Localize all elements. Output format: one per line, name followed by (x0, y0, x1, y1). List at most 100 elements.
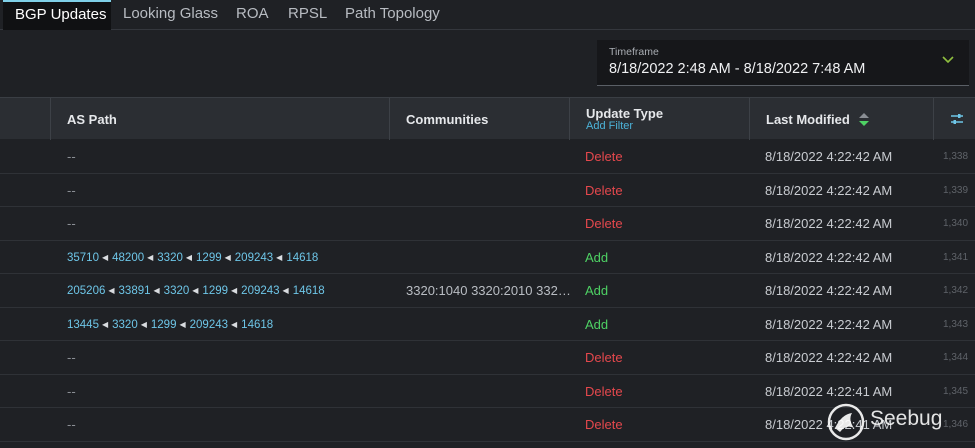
communities-cell (406, 341, 578, 374)
tab-looking-glass[interactable]: Looking Glass (123, 0, 218, 30)
as-number-link[interactable]: 209243 (241, 285, 279, 297)
as-number-link[interactable]: 3320 (112, 319, 138, 331)
path-arrow-icon: ◀ (140, 319, 147, 329)
path-arrow-icon: ◀ (192, 286, 199, 295)
as-path-cell: 35710 ◀ 48200 ◀ 3320 ◀ 1299 ◀ 209243 ◀ 14618 (67, 241, 318, 274)
update-type-cell: Add (585, 316, 609, 332)
as-number-link[interactable]: 14618 (241, 319, 273, 331)
table-row[interactable]: -- Delete 8/18/2022 4:22:42 AM 1,339 (0, 174, 975, 207)
path-arrow-icon: ◀ (231, 286, 238, 295)
path-arrow-icon: ◀ (153, 286, 160, 295)
table-row[interactable]: 205206 ◀ 33891 ◀ 3320 ◀ 1299 ◀ 209243 ◀ 14618 3320:… (0, 274, 975, 308)
as-number-link[interactable]: 3320 (157, 252, 183, 264)
as-number-link[interactable]: 1299 (151, 319, 177, 331)
as-number-link[interactable]: 35710 (67, 252, 99, 264)
tab-roa[interactable]: ROA (236, 0, 269, 30)
path-arrow-icon: ◀ (231, 319, 238, 329)
communities-cell (406, 207, 578, 240)
column-settings[interactable] (933, 98, 975, 140)
column-update-type[interactable]: Update Type Add Filter (569, 98, 749, 140)
as-number-link[interactable]: 14618 (286, 252, 318, 264)
path-arrow-icon: ◀ (179, 319, 186, 329)
as-path-empty: -- (67, 216, 76, 231)
as-number-link[interactable]: 14618 (293, 285, 325, 297)
column-as-path[interactable]: AS Path (50, 98, 389, 140)
as-path-cell: 205206 ◀ 33891 ◀ 3320 ◀ 1299 ◀ 209243 ◀ 14618 (67, 274, 325, 307)
last-modified-cell: 8/18/2022 4:22:42 AM (765, 149, 893, 164)
timeframe-select[interactable]: Timeframe 8/18/2022 2:48 AM - 8/18/2022 … (597, 40, 969, 86)
update-type-cell: Delete (585, 216, 623, 231)
table-row[interactable]: 35710 ◀ 48200 ◀ 3320 ◀ 1299 ◀ 209243 ◀ 14618 Add 8/1… (0, 241, 975, 274)
as-number-link[interactable]: 209243 (190, 319, 228, 331)
seebug-watermark: Seebug (826, 402, 966, 442)
tab-bgp-updates[interactable]: BGP Updates (3, 0, 111, 30)
path-arrow-icon: ◀ (101, 252, 109, 262)
update-type-cell: Delete (585, 383, 623, 399)
column-communities-label: Communities (406, 112, 489, 127)
row-index-cell: 1,339 (943, 184, 969, 196)
tab-path-topology[interactable]: Path Topology (345, 0, 440, 30)
last-modified-cell: 8/18/2022 4:22:42 AM (765, 283, 893, 298)
as-number-link[interactable]: 13445 (67, 319, 99, 331)
update-type-cell: Delete (585, 417, 623, 432)
communities-cell (406, 408, 578, 441)
table-row[interactable]: -- Delete 8/18/2022 4:22:42 AM 1,340 (0, 207, 975, 241)
update-type-cell: Add (585, 249, 609, 265)
communities-cell (406, 174, 578, 207)
last-modified-cell: 8/18/2022 4:22:42 AM (765, 216, 893, 231)
last-modified-cell: 8/18/2022 4:22:42 AM (765, 316, 893, 332)
as-number-link[interactable]: 33891 (119, 285, 151, 297)
communities-cell (406, 140, 578, 173)
column-update-type-label: Update Type (586, 106, 664, 121)
timeframe-label: Timeframe (609, 46, 659, 58)
as-number-link[interactable]: 1299 (196, 252, 222, 264)
row-index-cell: 1,340 (943, 218, 969, 229)
seebug-wordmark: Seebug (870, 407, 943, 430)
table-row[interactable]: -- Delete 8/18/2022 4:22:42 AM 1,344 (0, 341, 975, 375)
column-as-path-label: AS Path (67, 112, 117, 127)
as-number-link[interactable]: 209243 (235, 252, 273, 264)
as-path-empty: -- (67, 149, 76, 164)
as-path-empty: -- (67, 417, 76, 432)
tab-bar: BGP Updates Looking Glass ROA RPSL Path … (0, 0, 975, 30)
as-number-link[interactable]: 3320 (164, 285, 190, 297)
row-index-cell: 1,341 (943, 251, 969, 263)
update-type-cell: Delete (585, 149, 623, 164)
path-arrow-icon: ◀ (224, 252, 231, 262)
chevron-down-icon[interactable] (941, 53, 955, 67)
seebug-logo-icon (827, 403, 865, 441)
last-modified-cell: 8/18/2022 4:22:42 AM (765, 182, 893, 198)
timeframe-value: 8/18/2022 2:48 AM - 8/18/2022 7:48 AM (609, 61, 866, 77)
as-path-empty: -- (67, 350, 76, 365)
update-type-cell: Delete (585, 182, 623, 198)
row-index-cell: 1,342 (943, 285, 969, 296)
as-number-link[interactable]: 48200 (112, 252, 144, 264)
as-number-link[interactable]: 205206 (67, 285, 105, 297)
as-path-cell: 13445 ◀ 3320 ◀ 1299 ◀ 209243 ◀ 14618 (67, 308, 273, 341)
path-arrow-icon: ◀ (276, 252, 283, 262)
sliders-icon[interactable] (950, 112, 964, 126)
table-row[interactable]: -- Delete 8/18/2022 4:22:42 AM 1,338 (0, 140, 975, 174)
communities-cell (406, 308, 578, 341)
column-communities[interactable]: Communities (389, 98, 569, 140)
update-type-cell: Add (585, 283, 609, 298)
as-number-link[interactable]: 1299 (202, 285, 228, 297)
communities-cell (406, 375, 578, 408)
column-last-modified-label: Last Modified (766, 112, 850, 127)
communities-cell: 3320:1040 3320:2010 3320:3000 (406, 283, 578, 298)
communities-cell (406, 241, 578, 274)
as-path-empty: -- (67, 383, 76, 399)
path-arrow-icon: ◀ (185, 252, 193, 262)
update-type-cell: Delete (585, 350, 623, 365)
tab-rpsl[interactable]: RPSL (288, 0, 327, 30)
sort-icon[interactable] (858, 113, 870, 126)
path-arrow-icon: ◀ (101, 319, 109, 329)
add-filter-link[interactable]: Add Filter (586, 120, 633, 132)
path-arrow-icon: ◀ (282, 286, 289, 295)
path-arrow-icon: ◀ (108, 286, 115, 295)
last-modified-cell: 8/18/2022 4:22:42 AM (765, 350, 893, 365)
table-header: AS Path Communities Update Type Add Filt… (0, 97, 975, 140)
row-index-cell: 1,338 (943, 151, 969, 162)
column-last-modified[interactable]: Last Modified (749, 98, 933, 140)
table-row[interactable]: 13445 ◀ 3320 ◀ 1299 ◀ 209243 ◀ 14618 Add 8/18/2022… (0, 308, 975, 341)
